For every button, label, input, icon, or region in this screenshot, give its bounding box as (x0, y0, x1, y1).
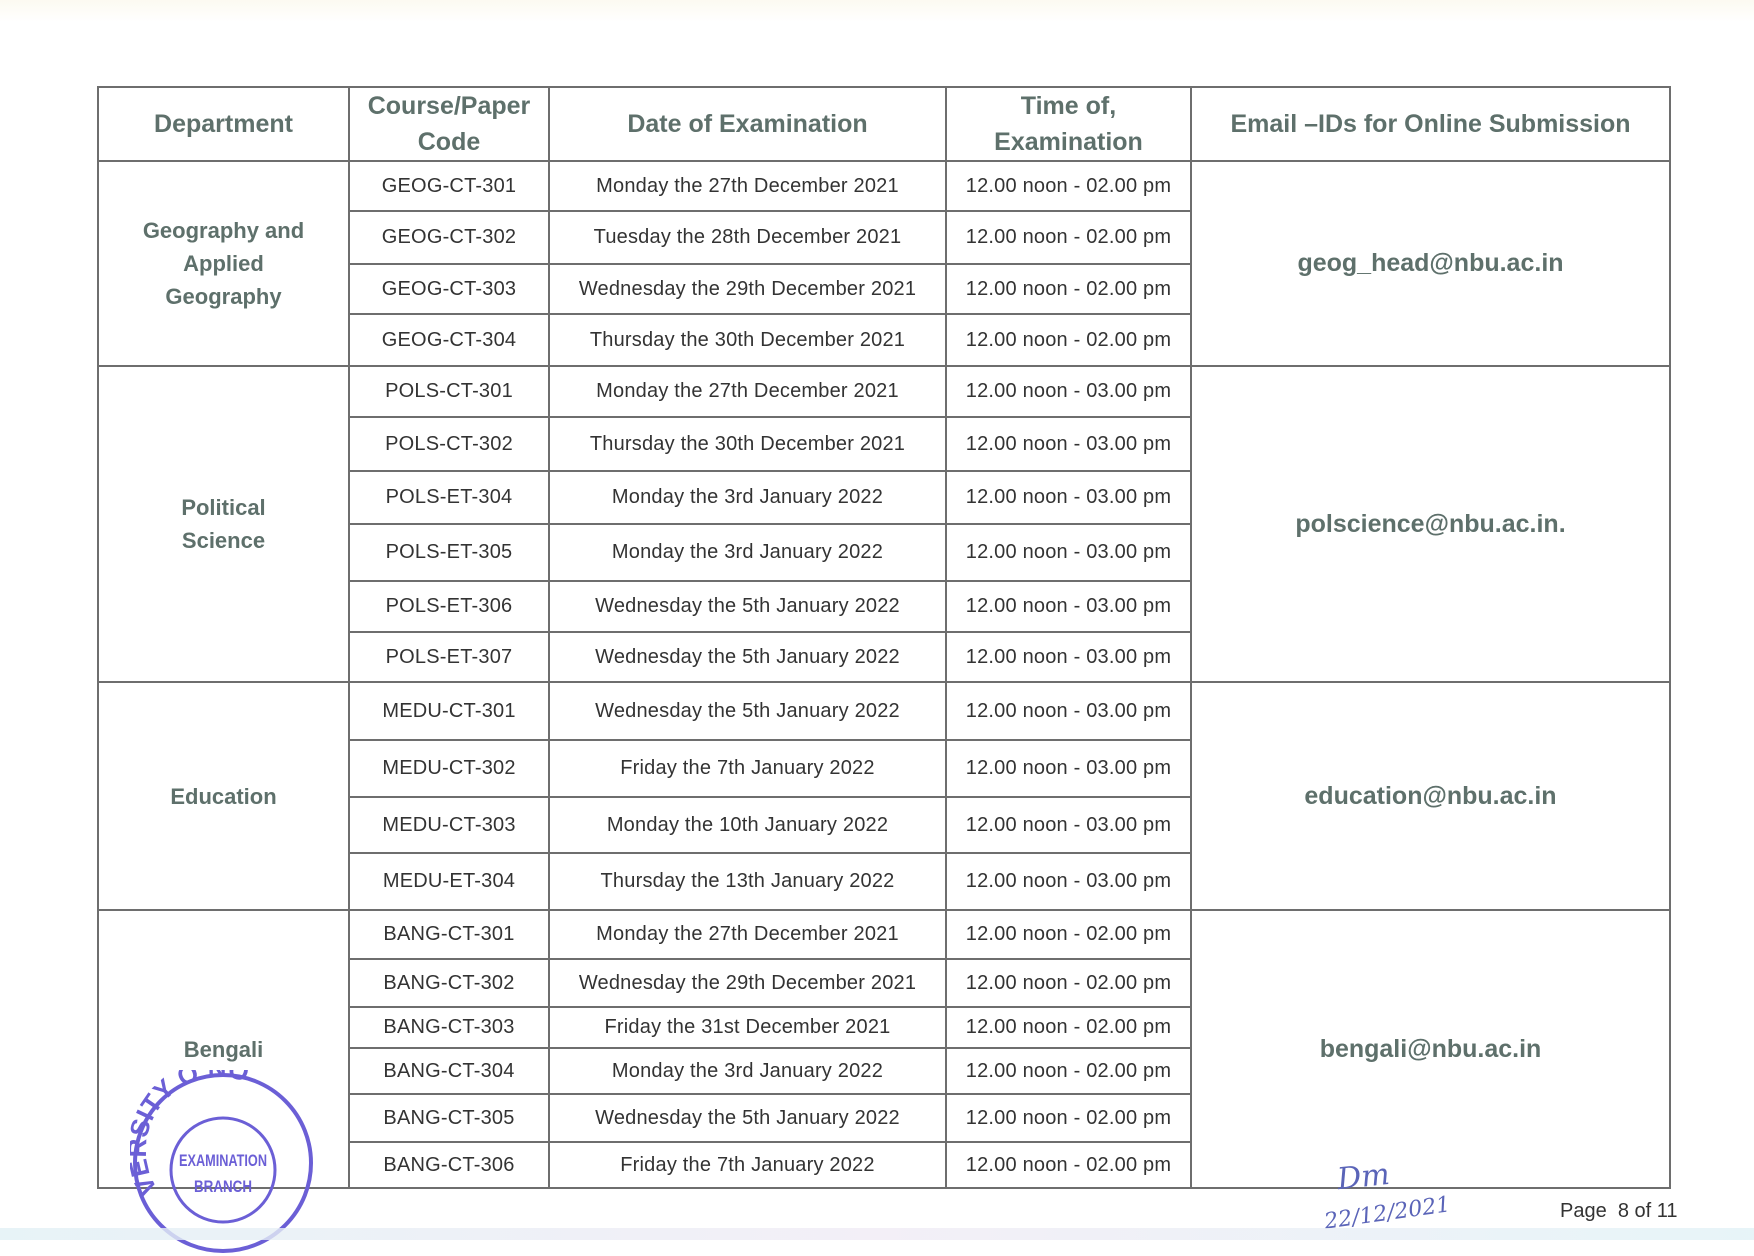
table-row: Geography and Applied Geography GEOG-CT-3… (97, 160, 1671, 367)
exam-date: Wednesday the 5th January 2022 (548, 681, 947, 741)
course-code: BANG-CT-302 (348, 958, 550, 1008)
exam-time: 12.00 noon - 02.00 pm (945, 313, 1192, 367)
exam-date: Wednesday the 5th January 2022 (548, 580, 947, 633)
exam-time: 12.00 noon - 03.00 pm (945, 416, 1192, 472)
exam-time: 12.00 noon - 03.00 pm (945, 796, 1192, 854)
submission-email[interactable]: bengali@nbu.ac.in (1190, 909, 1671, 1189)
course-code: GEOG-CT-301 (348, 160, 550, 212)
header-email: Email –IDs for Online Submission (1190, 86, 1671, 162)
exam-time: 12.00 noon - 02.00 pm (945, 1093, 1192, 1143)
exam-date: Monday the 27th December 2021 (548, 160, 947, 212)
submission-email[interactable]: geog_head@nbu.ac.in (1190, 160, 1671, 367)
exam-time: 12.00 noon - 02.00 pm (945, 1047, 1192, 1095)
scan-artifact-bottom (0, 1228, 1754, 1240)
exam-date: Tuesday the 28th December 2021 (548, 210, 947, 265)
submission-email[interactable]: polscience@nbu.ac.in. (1190, 365, 1671, 683)
exam-time: 12.00 noon - 03.00 pm (945, 523, 1192, 582)
exam-date: Friday the 7th January 2022 (548, 1141, 947, 1189)
course-code: BANG-CT-301 (348, 909, 550, 960)
course-code: POLS-CT-301 (348, 365, 550, 418)
course-code: GEOG-CT-303 (348, 263, 550, 315)
department-name: Bengali (97, 909, 350, 1189)
page-number: Page 8 of 11 (1560, 1200, 1678, 1222)
schedule-body: Geography and Applied Geography GEOG-CT-3… (97, 160, 1671, 1189)
department-label: Bengali (183, 1036, 264, 1062)
header-department: Department (97, 86, 350, 162)
header-course-code-label: Course/Paper Code (367, 92, 531, 156)
exam-time: 12.00 noon - 02.00 pm (945, 160, 1192, 212)
exam-time: 12.00 noon - 02.00 pm (945, 909, 1192, 960)
exam-time: 12.00 noon - 03.00 pm (945, 365, 1192, 418)
exam-date: Monday the 3rd January 2022 (548, 523, 947, 582)
course-code: POLS-ET-304 (348, 470, 550, 525)
course-code: BANG-CT-306 (348, 1141, 550, 1189)
course-code: POLS-ET-305 (348, 523, 550, 582)
course-code: MEDU-CT-302 (348, 739, 550, 798)
exam-time: 12.00 noon - 02.00 pm (945, 263, 1192, 315)
exam-date: Thursday the 13th January 2022 (548, 852, 947, 911)
exam-date: Monday the 27th December 2021 (548, 365, 947, 418)
submission-email[interactable]: education@nbu.ac.in (1190, 681, 1671, 911)
course-code: MEDU-CT-301 (348, 681, 550, 741)
exam-date: Friday the 31st December 2021 (548, 1006, 947, 1049)
exam-time: 12.00 noon - 03.00 pm (945, 580, 1192, 633)
exam-time: 12.00 noon - 02.00 pm (945, 210, 1192, 265)
exam-time: 12.00 noon - 02.00 pm (945, 1141, 1192, 1189)
course-code: MEDU-ET-304 (348, 852, 550, 911)
exam-time: 12.00 noon - 03.00 pm (945, 631, 1192, 683)
header-time: Time of, Examination (945, 86, 1192, 162)
exam-date: Monday the 10th January 2022 (548, 796, 947, 854)
exam-date: Monday the 3rd January 2022 (548, 1047, 947, 1095)
course-code: POLS-CT-302 (348, 416, 550, 472)
course-code: POLS-ET-306 (348, 580, 550, 633)
signature-date: 22/12/2021 (1322, 1192, 1452, 1230)
header-row: Department Course/Paper Code Date of Exa… (97, 86, 1671, 162)
exam-time: 12.00 noon - 03.00 pm (945, 739, 1192, 798)
exam-time: 12.00 noon - 03.00 pm (945, 852, 1192, 911)
header-date: Date of Examination (548, 86, 947, 162)
table-row: Bengali BANG-CT-301 Monday the 27th Decemb… (97, 909, 1671, 1189)
scan-artifact-top (0, 0, 1754, 22)
exam-date: Monday the 27th December 2021 (548, 909, 947, 960)
course-code: BANG-CT-304 (348, 1047, 550, 1095)
department-label: Geography and Applied Geography (142, 218, 305, 309)
header-course-code: Course/Paper Code (348, 86, 550, 162)
exam-date: Wednesday the 5th January 2022 (548, 1093, 947, 1143)
exam-time: 12.00 noon - 02.00 pm (945, 958, 1192, 1008)
department-name: Education (97, 681, 350, 911)
exam-date: Monday the 3rd January 2022 (548, 470, 947, 525)
exam-date: Thursday the 30th December 2021 (548, 416, 947, 472)
course-code: BANG-CT-303 (348, 1006, 550, 1049)
department-name: Geography and Applied Geography (97, 160, 350, 367)
exam-schedule-table: Department Course/Paper Code Date of Exa… (97, 86, 1671, 1189)
course-code: GEOG-CT-304 (348, 313, 550, 367)
department-name: Political Science (97, 365, 350, 683)
exam-date: Wednesday the 29th December 2021 (548, 263, 947, 315)
exam-date: Friday the 7th January 2022 (548, 739, 947, 798)
exam-time: 12.00 noon - 02.00 pm (945, 1006, 1192, 1049)
exam-date: Wednesday the 5th January 2022 (548, 631, 947, 683)
exam-time: 12.00 noon - 03.00 pm (945, 470, 1192, 525)
course-code: MEDU-CT-303 (348, 796, 550, 854)
course-code: GEOG-CT-302 (348, 210, 550, 265)
department-label: Political Science (181, 495, 266, 553)
exam-date: Thursday the 30th December 2021 (548, 313, 947, 367)
header-time-label: Time of, Examination (994, 92, 1143, 156)
course-code: BANG-CT-305 (348, 1093, 550, 1143)
department-label: Education (170, 783, 277, 809)
exam-date: Wednesday the 29th December 2021 (548, 958, 947, 1008)
course-code: POLS-ET-307 (348, 631, 550, 683)
table-row: Education MEDU-CT-301 Wednesday the 5th Ja… (97, 681, 1671, 911)
exam-time: 12.00 noon - 03.00 pm (945, 681, 1192, 741)
table-row: Political Science POLS-CT-301 Monday the 2… (97, 365, 1671, 683)
